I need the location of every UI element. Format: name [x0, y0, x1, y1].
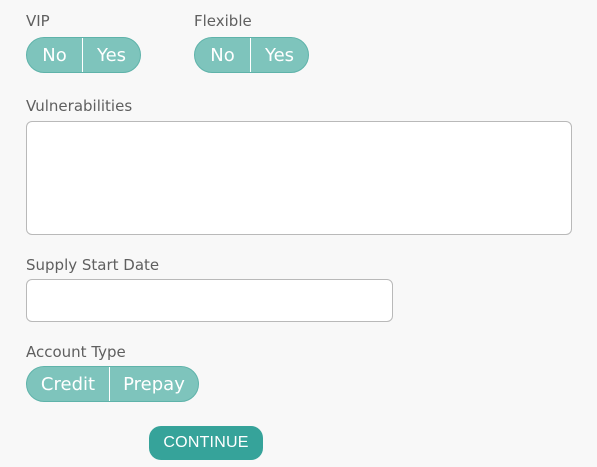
- flexible-no-option[interactable]: No: [195, 38, 250, 72]
- supply-start-date-label: Supply Start Date: [26, 256, 160, 274]
- vip-toggle: No Yes: [26, 37, 141, 73]
- vulnerabilities-textarea[interactable]: [26, 121, 572, 235]
- vip-label: VIP: [26, 12, 50, 30]
- vip-yes-option[interactable]: Yes: [82, 38, 140, 72]
- vulnerabilities-label: Vulnerabilities: [26, 97, 133, 115]
- continue-button[interactable]: CONTINUE: [149, 426, 263, 460]
- flexible-toggle: No Yes: [194, 37, 309, 73]
- account-type-toggle: Credit Prepay: [26, 366, 199, 402]
- vip-no-option[interactable]: No: [27, 38, 82, 72]
- account-type-label: Account Type: [26, 343, 126, 361]
- flexible-label: Flexible: [194, 12, 252, 30]
- flexible-yes-option[interactable]: Yes: [250, 38, 308, 72]
- account-type-prepay-option[interactable]: Prepay: [109, 367, 198, 401]
- account-type-credit-option[interactable]: Credit: [27, 367, 109, 401]
- supply-start-date-input[interactable]: [26, 279, 393, 322]
